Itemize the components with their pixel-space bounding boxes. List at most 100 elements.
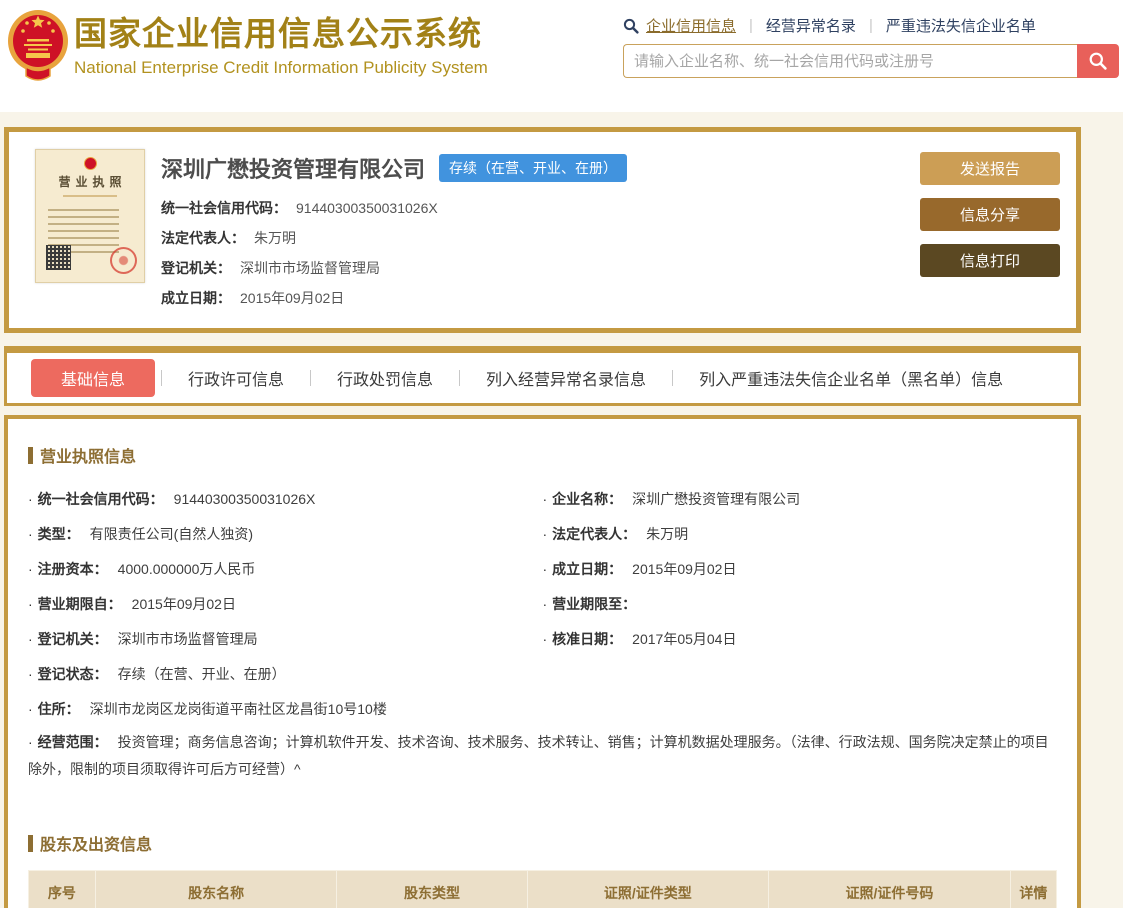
- company-name: 深圳广懋投资管理有限公司: [161, 152, 425, 184]
- print-info-button[interactable]: 信息打印: [920, 244, 1060, 277]
- share-info-button[interactable]: 信息分享: [920, 198, 1060, 231]
- dot-marker: ·: [543, 631, 548, 647]
- shareholder-table: 序号股东名称股东类型证照/证件类型证照/证件号码详情 1朱万明自然人股东非公示项…: [28, 870, 1057, 908]
- search-button[interactable]: [1077, 44, 1119, 78]
- license-info-row: ·营业期限自：2015年09月02日: [28, 587, 543, 622]
- kv-label: 营业期限至：: [552, 596, 636, 612]
- license-seal-icon: [110, 247, 137, 274]
- site-title: 国家企业信用信息公示系统: [74, 13, 488, 55]
- license-section-title: 营业执照信息: [28, 443, 1057, 467]
- send-report-button[interactable]: 发送报告: [920, 152, 1060, 185]
- tab-divider: [459, 370, 460, 386]
- shareholder-table-head: 序号股东名称股东类型证照/证件类型证照/证件号码详情: [29, 871, 1057, 908]
- dot-marker: ·: [28, 596, 33, 612]
- tab-3[interactable]: 行政处罚信息: [337, 359, 433, 397]
- search-input[interactable]: [623, 44, 1077, 78]
- search-icon: [1088, 51, 1108, 71]
- tab-divider: [310, 370, 311, 386]
- tab-1[interactable]: 基础信息: [31, 359, 155, 397]
- tab-divider: [161, 370, 162, 386]
- company-summary-row: 登记机关： 深圳市市场监督管理局: [161, 253, 920, 283]
- site-header: 国家企业信用信息公示系统 National Enterprise Credit …: [0, 0, 1123, 112]
- license-info-left-column: · 统一社会信用代码： 91440300350031026X ·类型：有限责任公司(自…: [28, 482, 543, 727]
- kv-value: 2015年09月02日: [632, 561, 736, 577]
- kv-value: 91440300350031026X: [174, 491, 316, 507]
- field-value: 91440300350031026X: [296, 200, 438, 216]
- site-titles: 国家企业信用信息公示系统 National Enterprise Credit …: [74, 13, 488, 78]
- license-info-row: ·企业名称：深圳广懋投资管理有限公司: [543, 482, 1058, 517]
- license-info-row: ·住所：深圳市龙岗区龙岗街道平南社区龙昌街10号10楼: [28, 692, 543, 727]
- field-label: 法定代表人：: [161, 230, 245, 246]
- dot-marker: ·: [28, 666, 33, 682]
- kv-value: 深圳市市场监督管理局: [118, 631, 258, 647]
- license-emblem-icon: [84, 157, 97, 170]
- dot-marker: ·: [543, 561, 548, 577]
- kv-value: 2017年05月04日: [632, 631, 736, 647]
- shareholder-section: 股东及出资信息 序号股东名称股东类型证照/证件类型证照/证件号码详情 1朱万明自…: [28, 831, 1057, 908]
- dot-marker: ·: [543, 526, 548, 542]
- table-header-cell: 证照/证件号码: [769, 871, 1011, 908]
- search-bar: [623, 44, 1119, 78]
- field-label: 成立日期：: [161, 290, 231, 306]
- company-summary: 统一社会信用代码： 91440300350031026X 法定代表人： 朱万明登记机关…: [161, 193, 920, 313]
- license-info-row: ·法定代表人： 朱万明: [543, 517, 1058, 552]
- shareholder-section-title: 股东及出资信息: [28, 831, 1057, 855]
- kv-label: 登记机关：: [38, 631, 108, 647]
- content-box: 营业执照信息 · 统一社会信用代码： 91440300350031026X ·类型：有…: [4, 415, 1081, 908]
- dot-marker: ·: [28, 631, 33, 647]
- license-info-row: ·经营范围：投资管理；商务信息咨询；计算机软件开发、技术咨询、技术服务、技术转让…: [28, 727, 1057, 785]
- dot-marker: ·: [543, 491, 548, 507]
- site-subtitle: National Enterprise Credit Information P…: [74, 58, 488, 78]
- card-actions: 发送报告信息分享信息打印: [920, 149, 1060, 313]
- tabs-bar: 基础信息行政许可信息 行政处罚信息 列入经营异常名录信息 列入严重违法失信企业名单（黑…: [4, 346, 1081, 406]
- dot-marker: ·: [28, 561, 33, 577]
- license-info-row: ·登记状态：存续（在营、开业、在册）: [28, 657, 543, 692]
- field-value: 深圳市市场监督管理局: [240, 260, 380, 276]
- field-label: 登记机关：: [161, 260, 231, 276]
- kv-value: 4000.000000万人民币: [118, 561, 256, 577]
- table-header-cell: 股东类型: [337, 871, 527, 908]
- kv-label: 成立日期：: [552, 561, 622, 577]
- table-header-cell: 详情: [1010, 871, 1056, 908]
- dot-marker: ·: [28, 701, 33, 717]
- kv-label: 法定代表人：: [552, 526, 636, 542]
- nav-link-2[interactable]: 经营异常名录: [753, 15, 869, 36]
- dot-marker: ·: [28, 491, 33, 507]
- license-info-right-column: ·企业名称：深圳广懋投资管理有限公司·法定代表人：朱万明·成立日期：2015年0…: [543, 482, 1058, 727]
- business-license-image[interactable]: 营业执照: [35, 149, 145, 283]
- field-label: 统一社会信用代码：: [161, 200, 287, 216]
- kv-label: 住所：: [38, 701, 80, 717]
- top-nav: 企业信用信息|经营异常名录|严重违法失信企业名单: [623, 15, 1119, 36]
- license-title: 营业执照: [36, 173, 144, 190]
- license-info-row: ·成立日期： 2015年09月02日: [543, 552, 1058, 587]
- section-bar-icon: [28, 447, 33, 464]
- license-info-row: ·类型：有限责任公司(自然人独资): [28, 517, 543, 552]
- kv-label: 登记状态：: [38, 666, 108, 682]
- kv-label: 经营范围：: [38, 734, 108, 750]
- kv-value: 朱万明: [646, 526, 688, 542]
- kv-label: 注册资本：: [38, 561, 108, 577]
- tab-2[interactable]: 行政许可信息: [188, 359, 284, 397]
- national-emblem-icon: [6, 5, 70, 90]
- kv-value: 投资管理；商务信息咨询；计算机软件开发、技术咨询、技术服务、技术转让、销售；计算…: [28, 734, 1049, 777]
- license-info-grid: · 统一社会信用代码： 91440300350031026X ·类型：有限责任公司(自…: [28, 482, 1057, 727]
- license-info-row: ·核准日期：2017年05月04日: [543, 622, 1058, 657]
- license-info-row: · 登记机关： 深圳市市场监督管理局: [28, 622, 543, 657]
- license-info-row: · 统一社会信用代码： 91440300350031026X: [28, 482, 543, 517]
- license-info-row: ·营业期限至：: [543, 587, 1058, 622]
- search-icon: [623, 18, 639, 34]
- status-badge: 存续（在营、开业、在册）: [439, 154, 627, 182]
- section-title-text: 营业执照信息: [40, 443, 136, 467]
- dot-marker: ·: [543, 596, 548, 612]
- kv-label: 统一社会信用代码：: [38, 491, 164, 507]
- nav-link-3[interactable]: 严重违法失信企业名单: [873, 15, 1049, 36]
- field-value: 2015年09月02日: [240, 290, 344, 306]
- kv-value: 深圳广懋投资管理有限公司: [632, 491, 800, 507]
- tab-5[interactable]: 列入严重违法失信企业名单（黑名单）信息: [699, 359, 1003, 397]
- license-info-full-rows: ·经营范围：投资管理；商务信息咨询；计算机软件开发、技术咨询、技术服务、技术转让…: [28, 727, 1057, 785]
- table-header-row: 序号股东名称股东类型证照/证件类型证照/证件号码详情: [29, 871, 1057, 908]
- field-value: 朱万明: [254, 230, 296, 246]
- table-header-cell: 股东名称: [95, 871, 337, 908]
- tab-4[interactable]: 列入经营异常名录信息: [486, 359, 646, 397]
- nav-link-1[interactable]: 企业信用信息: [646, 15, 749, 36]
